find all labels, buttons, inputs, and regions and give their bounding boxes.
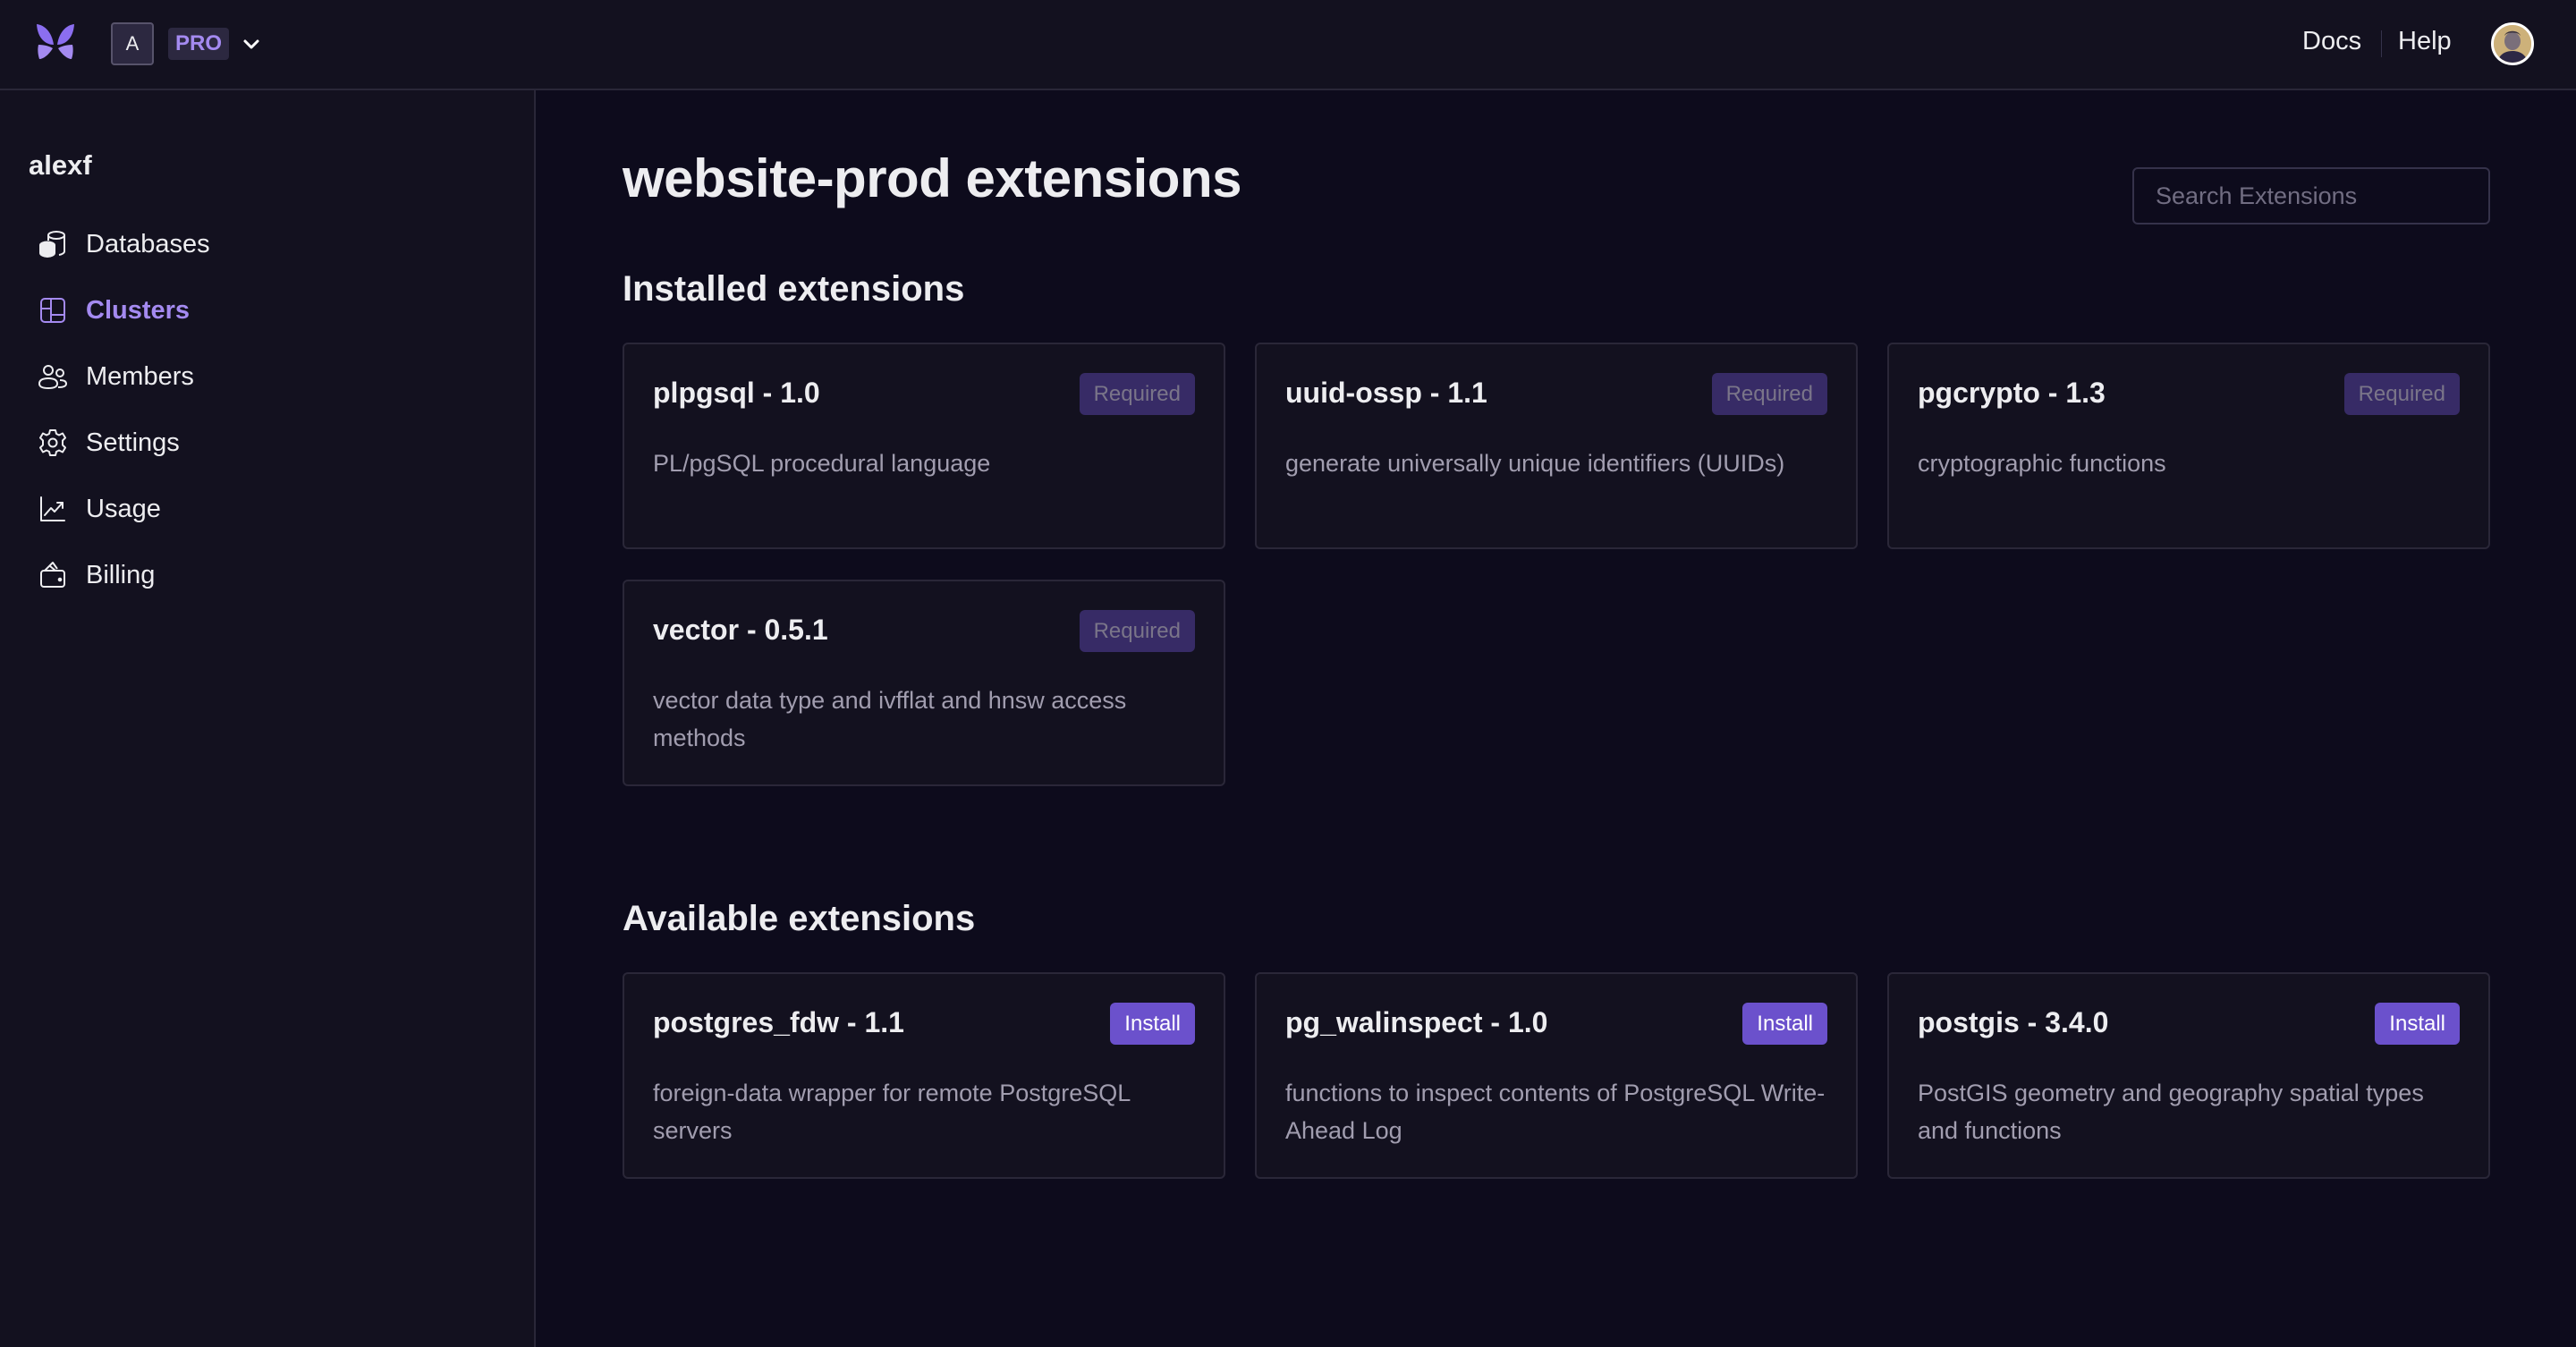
sidebar-item-label: Settings — [86, 428, 180, 457]
required-badge: Required — [1079, 610, 1195, 652]
sidebar-item-usage[interactable]: Usage — [38, 489, 161, 529]
help-link[interactable]: Help — [2398, 27, 2452, 56]
plan-badge: PRO — [168, 28, 230, 60]
sidebar-item-label: Billing — [86, 560, 156, 589]
extension-card: plpgsql - 1.0 Required PL/pgSQL procedur… — [623, 343, 1225, 549]
database-icon — [39, 231, 65, 258]
extension-name: postgis - 3.4.0 — [1918, 1006, 2109, 1038]
nav-divider — [2381, 30, 2382, 57]
members-icon — [38, 365, 68, 390]
extension-name: pgcrypto - 1.3 — [1918, 377, 2106, 409]
docs-link[interactable]: Docs — [2302, 27, 2361, 56]
extension-card: postgres_fdw - 1.1 Install foreign-data … — [623, 972, 1225, 1179]
extension-name: uuid-ossp - 1.1 — [1285, 377, 1487, 409]
install-button[interactable]: Install — [1110, 1003, 1195, 1045]
extension-description: vector data type and ivfflat and hnsw ac… — [653, 687, 1127, 751]
extension-name: postgres_fdw - 1.1 — [653, 1006, 904, 1038]
extension-card: vector - 0.5.1 Required vector data type… — [623, 580, 1225, 786]
sidebar-item-label: Databases — [86, 229, 210, 258]
user-avatar[interactable] — [2491, 22, 2534, 65]
required-badge: Required — [2343, 373, 2460, 415]
sidebar-username: alexf — [29, 149, 92, 181]
installed-extensions-grid: plpgsql - 1.0 Required PL/pgSQL procedur… — [623, 343, 2490, 786]
extension-card: pg_walinspect - 1.0 Install functions to… — [1255, 972, 1858, 1179]
main-content: website-prod extensions Installed extens… — [537, 90, 2576, 1347]
user-photo-icon — [2494, 25, 2531, 63]
install-button[interactable]: Install — [1742, 1003, 1827, 1045]
required-badge: Required — [1711, 373, 1827, 415]
sidebar-item-clusters[interactable]: Clusters — [38, 291, 190, 330]
extension-name: vector - 0.5.1 — [653, 614, 828, 646]
chart-line-icon — [40, 496, 65, 521]
sidebar-item-label: Members — [86, 361, 194, 391]
extension-description: generate universally unique identifiers … — [1285, 450, 1785, 477]
extension-name: plpgsql - 1.0 — [653, 377, 820, 409]
sidebar-item-databases[interactable]: Databases — [38, 224, 210, 264]
page-title: website-prod extensions — [623, 148, 1241, 208]
gear-icon — [39, 429, 66, 456]
available-extensions-grid: postgres_fdw - 1.1 Install foreign-data … — [623, 972, 2490, 1179]
install-button[interactable]: Install — [2375, 1003, 2460, 1045]
extension-card: uuid-ossp - 1.1 Required generate univer… — [1255, 343, 1858, 549]
sidebar-item-billing[interactable]: Billing — [38, 555, 155, 595]
extension-card: postgis - 3.4.0 Install PostGIS geometry… — [1887, 972, 2490, 1179]
sidebar-item-settings[interactable]: Settings — [38, 423, 180, 462]
extension-name: pg_walinspect - 1.0 — [1285, 1006, 1548, 1038]
sidebar-item-members[interactable]: Members — [38, 357, 194, 396]
available-section-title: Available extensions — [623, 899, 976, 938]
extension-description: PL/pgSQL procedural language — [653, 450, 991, 477]
search-extensions-input[interactable] — [2132, 167, 2490, 224]
wallet-icon — [40, 562, 65, 588]
required-badge: Required — [1079, 373, 1195, 415]
chevron-down-icon[interactable] — [242, 34, 261, 54]
org-avatar[interactable]: A — [111, 22, 154, 65]
extension-description: functions to inspect contents of Postgre… — [1285, 1080, 1826, 1144]
butterfly-logo-icon[interactable] — [34, 21, 77, 63]
extension-description: foreign-data wrapper for remote PostgreS… — [653, 1080, 1131, 1144]
sidebar: alexf Databases Clusters Members Setting… — [0, 90, 536, 1347]
extension-description: PostGIS geometry and geography spatial t… — [1918, 1080, 2424, 1144]
extension-description: cryptographic functions — [1918, 450, 2166, 477]
clusters-icon — [40, 298, 65, 323]
top-bar: A PRO Docs Help — [0, 0, 2576, 90]
sidebar-item-label: Clusters — [86, 295, 191, 325]
installed-section-title: Installed extensions — [623, 269, 965, 309]
extension-card: pgcrypto - 1.3 Required cryptographic fu… — [1887, 343, 2490, 549]
sidebar-item-label: Usage — [86, 494, 161, 523]
